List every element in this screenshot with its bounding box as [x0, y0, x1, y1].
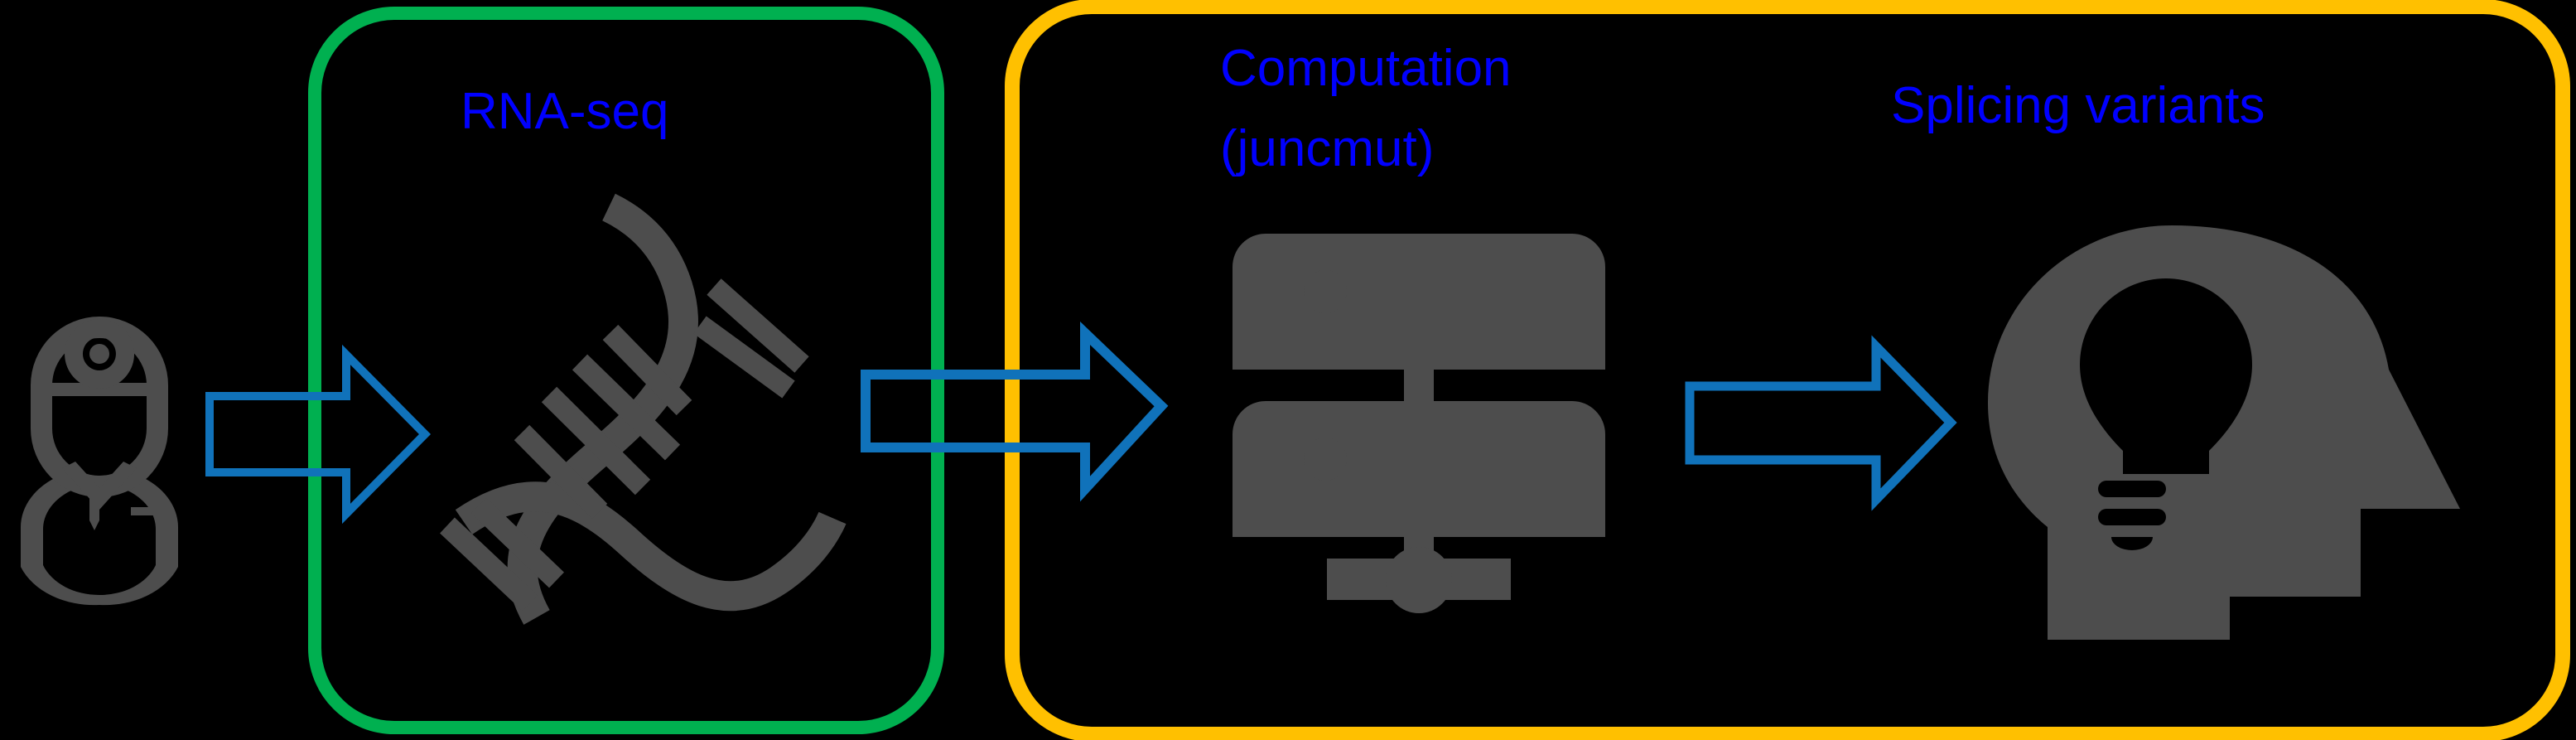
- workflow-diagram: RNA-seq Computation (juncmut) Splicing v…: [21, 0, 2570, 740]
- panel-label-rnaseq: RNA-seq: [461, 83, 669, 140]
- figure-canvas: RNA-seq Computation (juncmut) Splicing v…: [0, 0, 2576, 740]
- doctor-icon: [21, 317, 178, 606]
- dna-helix-icon: [440, 193, 847, 625]
- head-lightbulb-icon: [1988, 225, 2460, 640]
- server-stack-icon: [1233, 234, 1605, 613]
- panel-label-computation-line1: Computation: [1220, 40, 1512, 97]
- arrow-server-to-head: [1685, 335, 1957, 511]
- panel-label-splicing-variants: Splicing variants: [1891, 77, 2265, 134]
- panel-label-computation-line2: (juncmut): [1220, 120, 1434, 177]
